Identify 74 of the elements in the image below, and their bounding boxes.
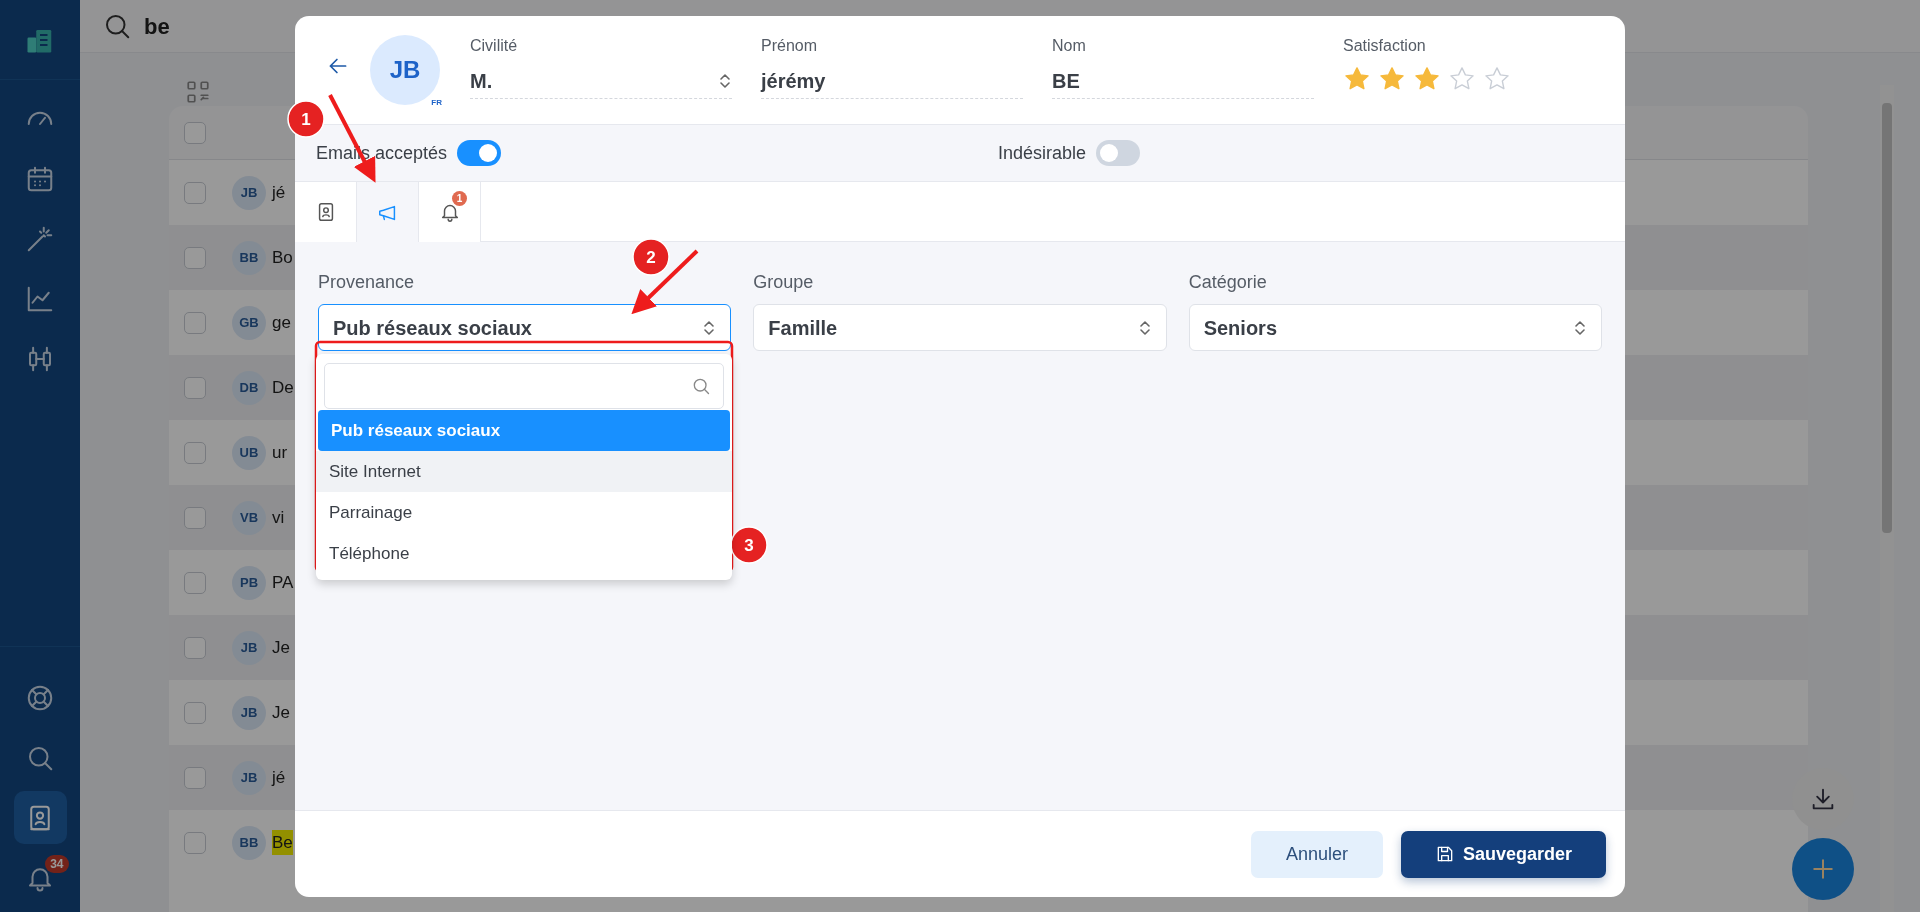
checkbox[interactable]	[184, 121, 206, 144]
field-label: Prénom	[761, 36, 819, 56]
column-settings-icon[interactable]	[185, 79, 211, 105]
chevrons-icon	[702, 318, 717, 337]
contact-name: ur	[272, 441, 288, 464]
search-field[interactable]	[324, 363, 724, 409]
checkbox[interactable]	[184, 181, 206, 204]
contact-name: Bo	[272, 246, 293, 269]
chevrons-icon	[1137, 318, 1152, 337]
avatar: VB	[232, 500, 266, 535]
contact-name: PA	[272, 571, 294, 594]
avatar: BB	[232, 825, 266, 860]
notification-badge: 1	[452, 191, 467, 206]
avatar: PB	[232, 565, 266, 600]
checkbox[interactable]	[184, 701, 206, 724]
field-label: Satisfaction	[1343, 36, 1427, 56]
contact-name: jé	[272, 766, 286, 789]
checkbox[interactable]	[184, 246, 206, 269]
sidebar-item[interactable]	[13, 791, 67, 844]
contact-name: vi	[272, 506, 285, 529]
avatar: JB	[232, 175, 266, 210]
avatar: JB	[232, 695, 266, 730]
scrollbar-thumb[interactable]	[1882, 103, 1892, 533]
chevrons-icon	[1573, 318, 1587, 337]
text-field[interactable]: jérémy	[761, 63, 1023, 99]
contact-name: De	[272, 376, 294, 399]
contact-name: Be	[272, 829, 293, 856]
select-field[interactable]: Famille	[753, 304, 1167, 351]
checkbox[interactable]	[184, 831, 206, 854]
sidebar-item[interactable]: 34	[13, 851, 67, 904]
avatar: DB	[232, 370, 266, 405]
toggle-switch[interactable]	[1096, 140, 1141, 166]
notification-badge: 34	[45, 855, 69, 873]
cancel-button[interactable]: Annuler	[1251, 830, 1383, 878]
avatar: JB	[232, 760, 266, 795]
search-icon	[691, 376, 711, 396]
checkbox[interactable]	[184, 311, 206, 334]
checkbox[interactable]	[184, 636, 206, 659]
select-field[interactable]: Seniors	[1188, 304, 1602, 351]
step-marker: 3	[730, 526, 768, 564]
annotation-arrow	[631, 249, 699, 315]
select-field[interactable]: M.	[470, 63, 732, 99]
checkbox[interactable]	[184, 506, 206, 529]
checkbox[interactable]	[184, 766, 206, 789]
text-field[interactable]: BE	[1052, 63, 1314, 99]
checkbox[interactable]	[184, 376, 206, 399]
field-label: Provenance	[318, 271, 416, 294]
locale-label: FR	[431, 97, 442, 109]
step-marker: 2	[632, 238, 670, 276]
field-label: Civilité	[470, 36, 519, 56]
search-field[interactable]: be	[144, 9, 170, 43]
field-label: Nom	[1052, 36, 1087, 56]
avatar: JB	[232, 630, 266, 665]
select-field[interactable]: Pub réseaux sociaux	[318, 304, 732, 351]
toggle-switch[interactable]	[457, 140, 502, 166]
contact-name: Je	[272, 701, 290, 724]
avatar: BB	[232, 240, 266, 275]
field-label: Groupe	[753, 271, 815, 294]
avatar: UB	[232, 435, 266, 470]
tab[interactable]	[295, 182, 357, 242]
contact-name: Je	[272, 636, 290, 659]
dropdown-option[interactable]: Téléphone	[316, 533, 732, 574]
checkbox[interactable]	[184, 571, 206, 594]
dropdown-option[interactable]: Site Internet	[316, 451, 732, 492]
field-label: Catégorie	[1188, 271, 1268, 294]
contact-name: jé	[272, 181, 286, 204]
contact-name: ge	[272, 311, 291, 334]
toggle-label: Indésirable	[998, 141, 1087, 165]
avatar: GB	[232, 305, 266, 340]
dropdown-option[interactable]: Parrainage	[316, 492, 732, 533]
checkbox[interactable]	[184, 441, 206, 464]
step-marker: 1	[287, 100, 325, 138]
save-button[interactable]: Sauvegarder	[1401, 830, 1606, 878]
chevrons-icon	[718, 71, 732, 90]
